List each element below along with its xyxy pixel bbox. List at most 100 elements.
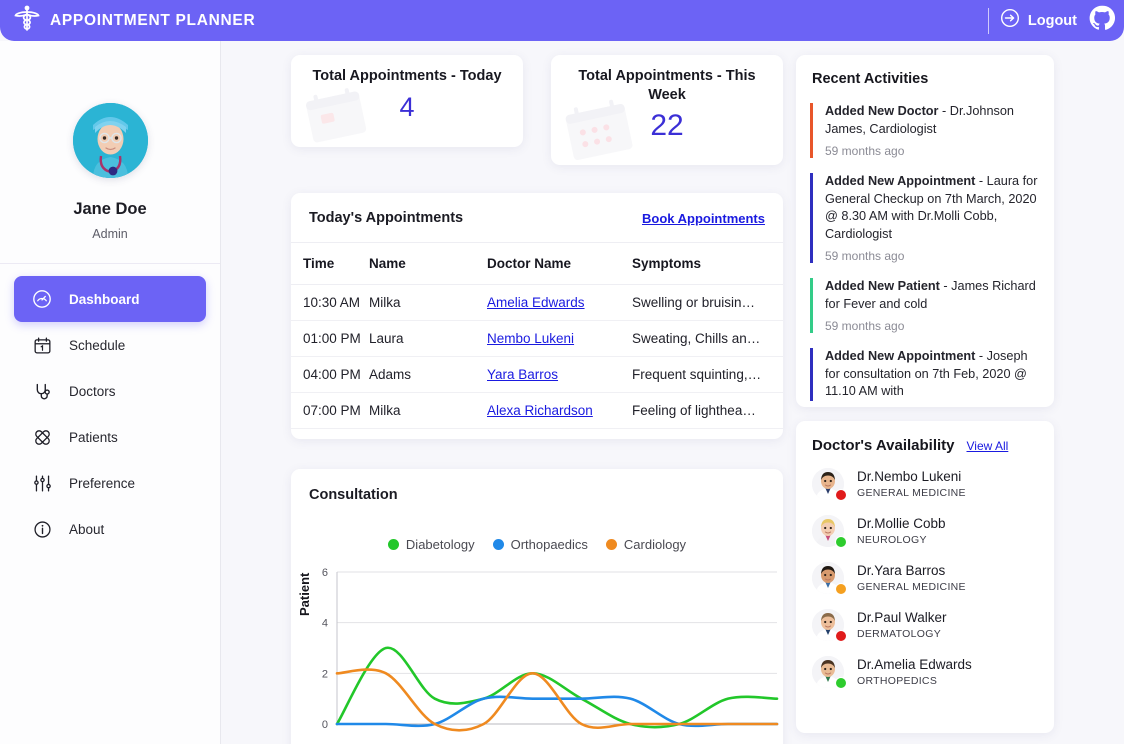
doctor-row[interactable]: Dr.Yara BarrosGENERAL MEDICINE [812, 562, 1038, 594]
doctor-name: Dr.Amelia Edwards [857, 657, 972, 672]
activity-bold: Added New Patient [825, 279, 940, 293]
sidebar: Jane Doe Admin Dashboard [0, 41, 221, 744]
activity-time: 59 months ago [825, 144, 1040, 158]
cell-time: 07:00 PM [291, 393, 369, 429]
svg-text:4: 4 [322, 618, 328, 630]
doctor-avatar [812, 562, 844, 594]
logout-arrow-icon [1000, 8, 1020, 33]
legend-item[interactable]: Diabetology [388, 537, 475, 552]
activity-text: Added New Appointment - Joseph for consu… [825, 348, 1040, 401]
logout-label: Logout [1028, 13, 1077, 29]
sliders-icon [31, 472, 53, 494]
svg-text:2: 2 [322, 668, 328, 680]
doctor-avatar [812, 515, 844, 547]
table-row[interactable]: 10:30 AM Milka Amelia Edwards Swelling o… [291, 285, 783, 321]
doctors-availability-card: Doctor's Availability View All Dr.Nembo … [796, 421, 1054, 733]
status-dot [835, 536, 847, 548]
doctor-link[interactable]: Yara Barros [487, 367, 558, 382]
sidebar-label: About [69, 522, 104, 537]
header-actions: Logout [988, 0, 1124, 41]
legend-dot [606, 539, 617, 550]
legend-item[interactable]: Cardiology [606, 537, 686, 552]
calendar-icon [31, 334, 53, 356]
table-body: 10:30 AM Milka Amelia Edwards Swelling o… [291, 285, 783, 429]
cell-name: Laura [369, 321, 487, 357]
legend-label: Orthopaedics [511, 537, 588, 552]
github-icon[interactable] [1088, 4, 1116, 37]
appointments-title: Today's Appointments [309, 210, 463, 226]
calendar-watermark-icon [300, 82, 372, 147]
availability-title: Doctor's Availability [812, 437, 955, 454]
cell-symptoms: Swelling or bruisin… [632, 285, 783, 321]
table-row[interactable]: 01:00 PM Laura Nembo Lukeni Sweating, Ch… [291, 321, 783, 357]
stat-title: Total Appointments - Today [305, 67, 509, 86]
sidebar-item-doctors[interactable]: Doctors [14, 368, 206, 414]
consultation-line-chart: 0246 [291, 564, 783, 744]
svg-text:0: 0 [322, 719, 328, 731]
doctor-row[interactable]: Dr.Paul Walker DERMATOLOGY [812, 609, 1038, 641]
activity-list: Added New Doctor - Dr.Johnson James, Car… [796, 103, 1054, 401]
activity-item[interactable]: Added New Doctor - Dr.Johnson James, Car… [810, 103, 1040, 158]
doctor-name: Dr.Mollie Cobb [857, 516, 946, 531]
cell-name: Adams [369, 357, 487, 393]
chart-area: Patient 0246 [291, 564, 783, 744]
table-row[interactable]: 07:00 PM Milka Alexa Richardson Feeling … [291, 393, 783, 429]
activity-bold: Added New Appointment [825, 174, 975, 188]
view-all-link[interactable]: View All [967, 439, 1009, 453]
doctor-specialty: DERMATOLOGY [857, 628, 947, 640]
doctor-name: Dr.Paul Walker [857, 610, 947, 625]
activity-item[interactable]: Added New Appointment - Joseph for consu… [810, 348, 1040, 401]
center-column: Total Appointments - Today 4 [291, 41, 801, 744]
doctor-row[interactable]: Dr.Nembo LukeniGENERAL MEDICINE [812, 468, 1038, 500]
sidebar-item-patients[interactable]: Patients [14, 414, 206, 460]
column-symptoms: Symptoms [632, 243, 783, 285]
user-name: Jane Doe [0, 200, 220, 219]
activity-bold: Added New Doctor [825, 104, 939, 118]
app-root: APPOINTMENT PLANNER Logout [0, 0, 1124, 744]
doctor-link[interactable]: Amelia Edwards [487, 295, 585, 310]
legend-label: Cardiology [624, 537, 686, 552]
doctor-info: Dr.Yara BarrosGENERAL MEDICINE [857, 563, 966, 593]
sidebar-label: Preference [69, 476, 135, 491]
sidebar-item-about[interactable]: About [14, 506, 206, 552]
cell-name: Milka [369, 285, 487, 321]
sidebar-item-dashboard[interactable]: Dashboard [14, 276, 206, 322]
recent-activities-card: Recent Activities Added New Doctor - Dr.… [796, 55, 1054, 407]
consultation-title: Consultation [291, 487, 783, 503]
logout-button[interactable]: Logout [1000, 8, 1077, 33]
doctor-info: Dr.Nembo LukeniGENERAL MEDICINE [857, 469, 966, 499]
sidebar-item-preference[interactable]: Preference [14, 460, 206, 506]
cell-doctor: Nembo Lukeni [487, 321, 632, 357]
doctor-avatar [812, 656, 844, 688]
doctor-link[interactable]: Alexa Richardson [487, 403, 593, 418]
doctor-row[interactable]: Dr.Mollie Cobb NEUROLOGY [812, 515, 1038, 547]
legend-item[interactable]: Orthopaedics [493, 537, 588, 552]
consultation-card: Consultation Diabetology Orthopaedics Ca… [291, 469, 783, 744]
doctor-avatar [73, 103, 148, 178]
brand: APPOINTMENT PLANNER [0, 4, 255, 37]
sidebar-label: Dashboard [69, 292, 140, 307]
dashboard-icon [31, 288, 53, 310]
activity-item[interactable]: Added New Appointment - Laura for Genera… [810, 173, 1040, 263]
availability-header: Doctor's Availability View All [796, 437, 1054, 454]
doctor-link[interactable]: Nembo Lukeni [487, 331, 574, 346]
doctor-avatar [812, 609, 844, 641]
doctor-name: Dr.Nembo Lukeni [857, 469, 966, 484]
cell-doctor: Amelia Edwards [487, 285, 632, 321]
activity-item[interactable]: Added New Patient - James Richard for Fe… [810, 278, 1040, 333]
doctor-info: Dr.Amelia EdwardsORTHOPEDICS [857, 657, 972, 687]
cell-name: Milka [369, 393, 487, 429]
sidebar-item-schedule[interactable]: Schedule [14, 322, 206, 368]
status-dot [835, 489, 847, 501]
activity-text: Added New Appointment - Laura for Genera… [825, 173, 1040, 243]
doctor-specialty: GENERAL MEDICINE [857, 581, 966, 593]
cell-time: 01:00 PM [291, 321, 369, 357]
doctor-specialty: NEUROLOGY [857, 534, 946, 546]
book-appointments-link[interactable]: Book Appointments [642, 211, 765, 226]
doctor-avatar [812, 468, 844, 500]
activity-text: Added New Patient - James Richard for Fe… [825, 278, 1040, 313]
legend-dot [388, 539, 399, 550]
appointments-card: Today's Appointments Book Appointments T… [291, 193, 783, 439]
doctor-row[interactable]: Dr.Amelia EdwardsORTHOPEDICS [812, 656, 1038, 688]
table-row[interactable]: 04:00 PM Adams Yara Barros Frequent squi… [291, 357, 783, 393]
